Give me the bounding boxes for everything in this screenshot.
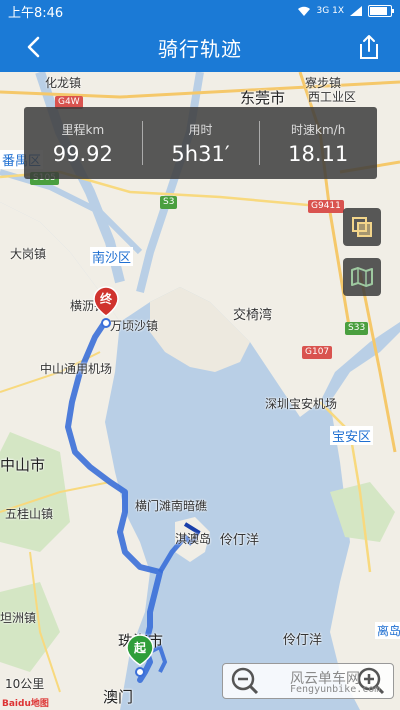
watermark-url: Fengyunbike.com: [290, 684, 381, 695]
layers-icon: [352, 217, 372, 237]
map-label-lingding-1: 伶仃洋: [220, 533, 260, 548]
map-label-lingding-2: 伶仃洋: [283, 633, 323, 648]
stat-distance-value: 99.92: [52, 141, 113, 166]
page-title: 骑行轨迹: [158, 36, 242, 61]
network-label: 3G 1X: [316, 6, 344, 16]
zoom-out-icon: [231, 667, 259, 695]
stat-duration-label: 用时: [188, 122, 213, 137]
map-label-dongguan: 东莞市: [240, 89, 286, 107]
map-label-wuguishan: 五桂山镇: [5, 507, 54, 521]
signal-icon: [350, 6, 362, 16]
road-sign-g107: G107: [302, 346, 333, 359]
map-label-zhongshan-port: 中山通用机场: [40, 362, 113, 376]
stat-distance-label: 里程km: [61, 122, 105, 137]
battery-icon: [368, 5, 394, 17]
map-type-button[interactable]: [343, 258, 381, 296]
map-icon: [351, 267, 373, 287]
end-marker[interactable]: 终: [93, 286, 119, 328]
map-label-zhongshan: 中山市: [0, 456, 46, 474]
map-label-macau: 澳门: [103, 688, 134, 706]
back-icon[interactable]: [22, 35, 46, 59]
stat-speed: 时速km/h 18.11: [259, 107, 377, 179]
status-bar: 上午8:46 3G 1X: [0, 0, 400, 22]
map-label-qiao: 淇澳岛: [175, 532, 212, 546]
stat-duration-value: 5h31′: [171, 141, 230, 166]
baidu-logo: Baidu地图: [2, 699, 49, 709]
map-label-tanzhou: 坦洲镇: [0, 611, 37, 625]
status-icons: 3G 1X: [297, 5, 394, 17]
road-sign-s33: S33: [345, 322, 369, 335]
map-label-lidao: 离岛: [375, 622, 400, 639]
map-label-huadu: 化龙镇: [45, 76, 82, 90]
road-sign-s3: S3: [160, 196, 178, 209]
stat-distance: 里程km 99.92: [24, 107, 142, 179]
stat-speed-value: 18.11: [288, 141, 349, 166]
ride-stats-panel: 里程km 99.92 用时 5h31′ 时速km/h 18.11: [24, 107, 377, 179]
layer-toggle-button[interactable]: [343, 208, 381, 246]
start-marker[interactable]: 起: [126, 634, 154, 678]
start-marker-label: 起: [133, 641, 146, 655]
map-label-dagang: 大岗镇: [10, 247, 47, 261]
status-time: 上午8:46: [8, 5, 64, 21]
map-label-jiaoyi: 交椅湾: [233, 308, 273, 323]
map-label-xigong: 西工业区: [308, 90, 357, 104]
map-label-baoan: 宝安区: [330, 426, 374, 445]
map-label-hengmen: 横门滩南暗礁: [135, 499, 208, 513]
share-icon[interactable]: [356, 33, 382, 61]
stat-speed-label: 时速km/h: [291, 122, 346, 137]
stat-duration: 用时 5h31′: [141, 107, 260, 179]
end-marker-label: 终: [99, 292, 112, 306]
road-sign-g9411: G9411: [308, 200, 344, 213]
title-bar: 骑行轨迹: [0, 22, 400, 72]
map-label-shenzhen-airport: 深圳宝安机场: [265, 397, 338, 411]
wifi-icon: [297, 6, 310, 16]
map-label-nansha: 南沙区: [90, 247, 134, 266]
map-label-scale: 10公里: [5, 677, 45, 691]
zoom-out-button[interactable]: [225, 664, 265, 698]
